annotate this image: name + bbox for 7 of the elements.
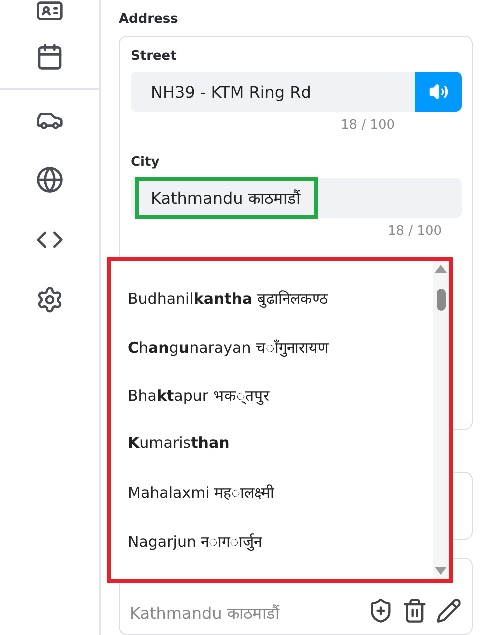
address-text: Kathmandu काठमाडौं	[130, 603, 280, 624]
field-label: Street	[131, 49, 178, 64]
char-counter: 18 / 100	[341, 118, 395, 133]
section-title: Address	[119, 12, 180, 27]
highlight-frame: Kathmandu काठमाडौं	[135, 177, 318, 219]
field-label: City	[131, 155, 161, 170]
char-counter: 18 / 100	[388, 224, 442, 239]
